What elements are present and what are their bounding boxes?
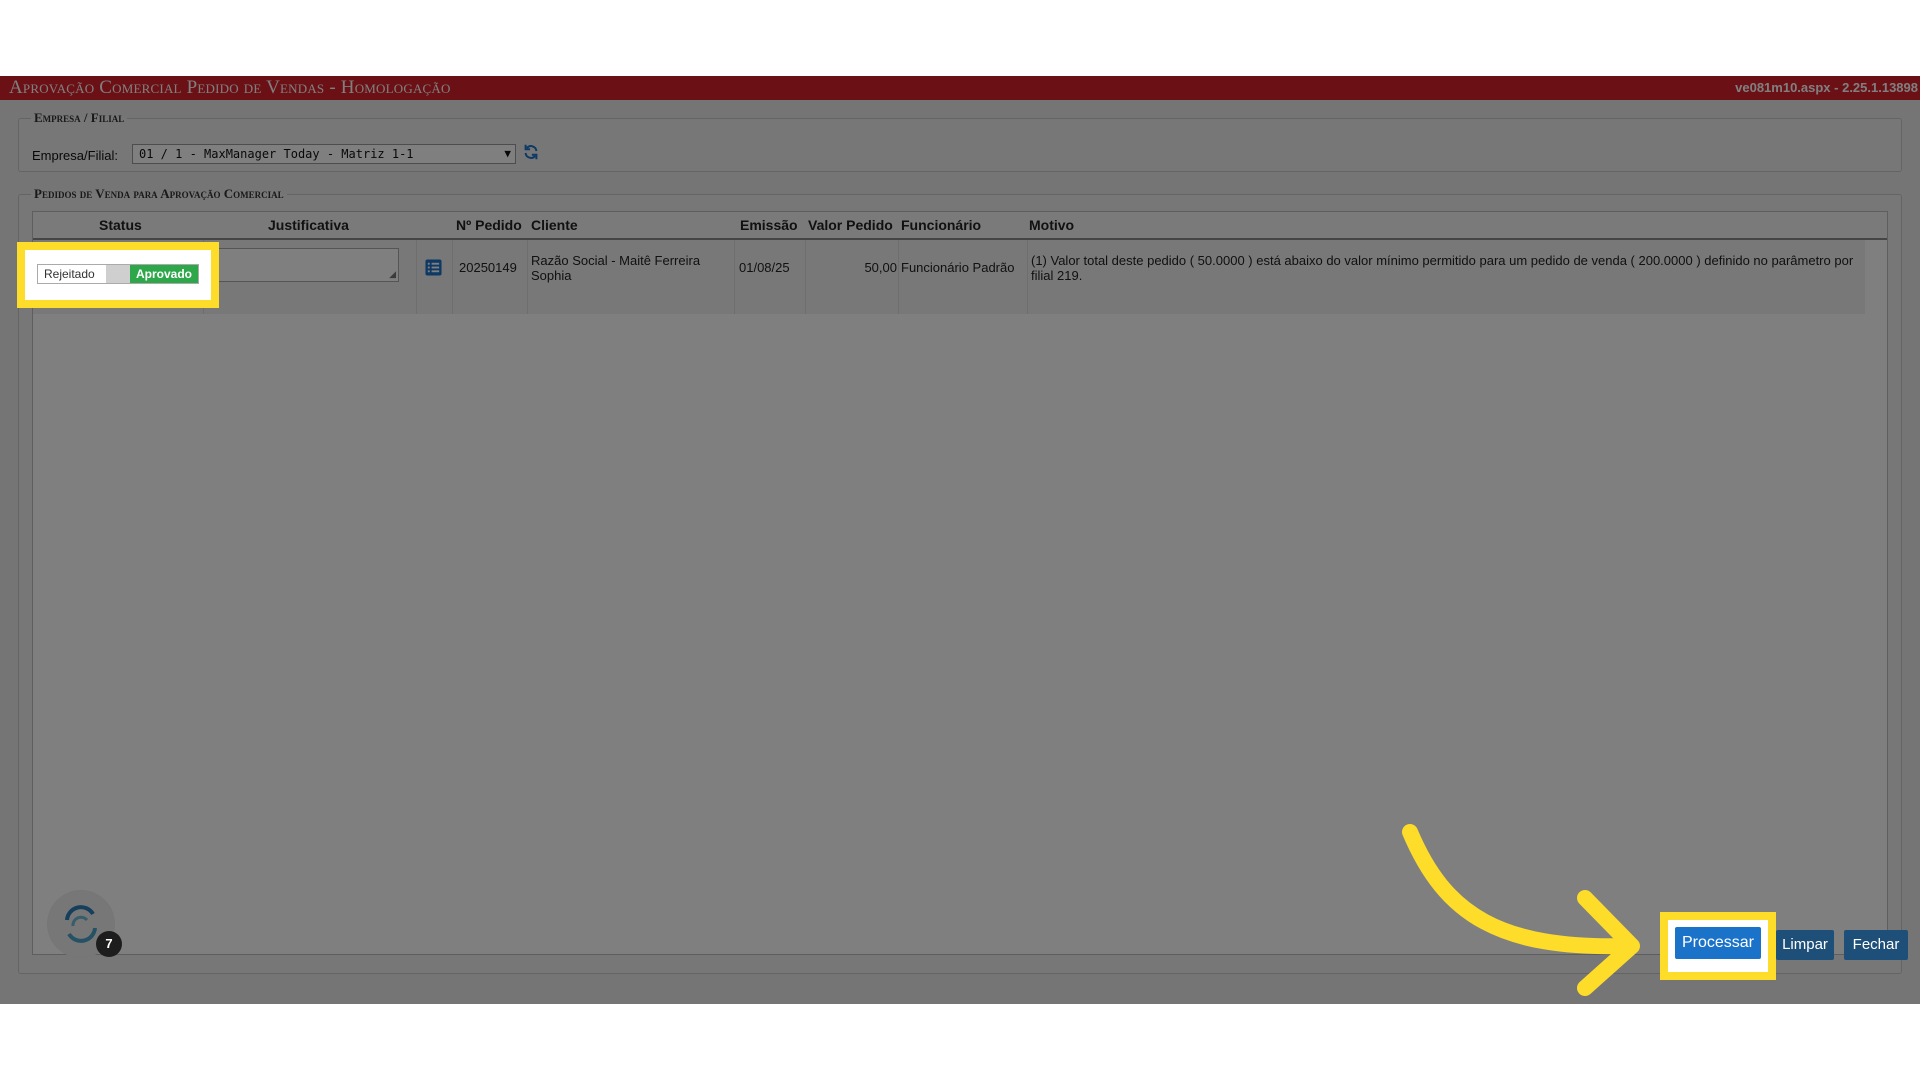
limpar-button[interactable]: Limpar: [1776, 930, 1834, 960]
status-aprovado[interactable]: Aprovado: [130, 265, 198, 283]
pointer-arrow-icon: [1402, 824, 1640, 996]
notification-badge[interactable]: 7: [96, 931, 122, 957]
status-toggle[interactable]: Rejeitado Aprovado: [37, 264, 199, 284]
processar-button[interactable]: Processar: [1675, 927, 1761, 959]
status-rejeitado[interactable]: Rejeitado: [44, 267, 95, 281]
status-highlight: Rejeitado Aprovado: [17, 242, 219, 308]
fechar-button[interactable]: Fechar: [1844, 930, 1908, 960]
toggle-knob: [106, 265, 130, 283]
